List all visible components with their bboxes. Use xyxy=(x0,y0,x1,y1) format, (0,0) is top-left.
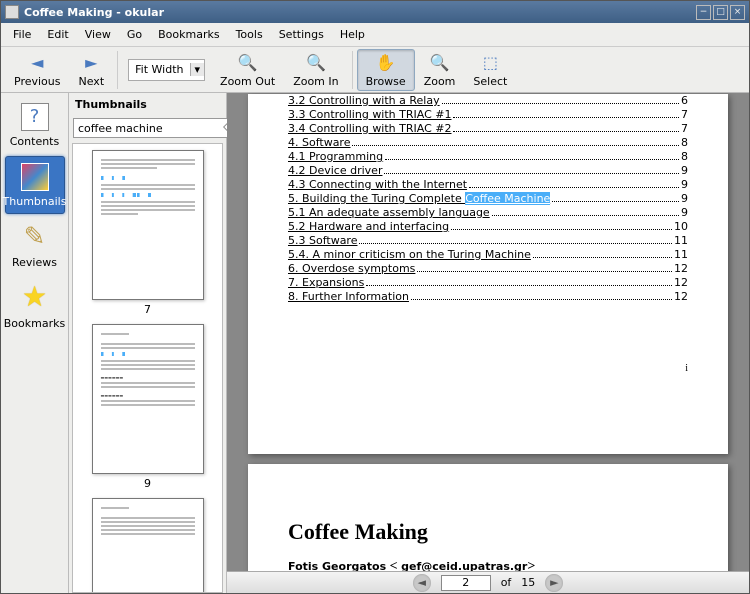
toc-entry[interactable]: 5. Building the Turing Complete Coffee M… xyxy=(288,192,688,205)
thumbnail-page-number: 9 xyxy=(144,477,151,490)
thumbnails-list[interactable]: ▬▬ ▬▬▬ ▬ 7 ▬▬ ▬▬▬▬▬▬ ▬▬▬▬▬▬ xyxy=(72,143,223,593)
page-prev-button[interactable]: ◄ xyxy=(413,574,431,592)
thumbnails-panel: Thumbnails ⌫ ⚙ ▬▬ ▬▬▬ ▬ 7 xyxy=(69,93,227,593)
menu-tools[interactable]: Tools xyxy=(228,25,271,44)
author-email-link[interactable]: gef@ceid.upatras.gr xyxy=(401,560,527,571)
toc-entry[interactable]: 8. Further Information12 xyxy=(288,290,688,303)
doc-title: Coffee Making xyxy=(288,519,688,545)
arrow-left-icon: ◄ xyxy=(26,52,48,74)
arrow-right-icon: ► xyxy=(80,52,102,74)
sidebar-tab-bookmarks[interactable]: ★ Bookmarks xyxy=(5,276,65,334)
thumbnail-preview: ▬▬ ▬▬▬▬▬▬ ▬▬▬▬▬▬ xyxy=(92,324,204,474)
app-icon xyxy=(5,5,19,19)
zoom-tool-button[interactable]: 🔍 Zoom xyxy=(415,49,465,91)
page-navigator: ◄ of 15 ► xyxy=(227,571,749,593)
table-of-contents: 3.2 Controlling with a Relay63.3 Control… xyxy=(288,94,688,303)
thumbnails-search[interactable]: ⌫ xyxy=(73,118,246,138)
thumbnail-icon xyxy=(21,163,49,191)
toc-entry[interactable]: 5.4. A minor criticism on the Turing Mac… xyxy=(288,248,688,261)
menubar: File Edit View Go Bookmarks Tools Settin… xyxy=(1,23,749,47)
toc-entry[interactable]: 5.1 An adequate assembly language9 xyxy=(288,206,688,219)
window-title: Coffee Making - okular xyxy=(24,6,694,19)
toc-entry[interactable]: 5.3 Software11 xyxy=(288,234,688,247)
thumbnail-preview xyxy=(92,498,204,593)
sidebar-tab-contents[interactable]: ? Contents xyxy=(5,96,65,154)
minimize-button[interactable]: − xyxy=(696,5,711,20)
select-icon: ⬚ xyxy=(479,52,501,74)
zoom-out-button[interactable]: 🔍 Zoom Out xyxy=(211,49,284,91)
doc-author: Fotis Georgatos < gef@ceid.upatras.gr> xyxy=(288,559,688,571)
chevron-down-icon: ▾ xyxy=(190,63,205,76)
menu-settings[interactable]: Settings xyxy=(271,25,332,44)
document-page: Coffee Making Fotis Georgatos < gef@ceid… xyxy=(248,464,728,571)
sidebar-tabs: ? Contents Thumbnails ✎ Reviews ★ Bookma… xyxy=(1,93,69,593)
previous-button[interactable]: ◄ Previous xyxy=(5,49,70,91)
toc-entry[interactable]: 5.2 Hardware and interfacing10 xyxy=(288,220,688,233)
toc-entry[interactable]: 6. Overdose symptoms12 xyxy=(288,262,688,275)
toc-entry[interactable]: 3.4 Controlling with TRIAC #27 xyxy=(288,122,688,135)
toc-entry[interactable]: 4.3 Connecting with the Internet9 xyxy=(288,178,688,191)
toc-entry[interactable]: 3.3 Controlling with TRIAC #17 xyxy=(288,108,688,121)
maximize-button[interactable]: □ xyxy=(713,5,728,20)
hand-icon: ✋ xyxy=(375,52,397,74)
thumbnail-page-number: 7 xyxy=(144,303,151,316)
zoom-level-value: Fit Width xyxy=(129,63,189,76)
select-tool-button[interactable]: ⬚ Select xyxy=(464,49,516,91)
star-icon: ★ xyxy=(22,280,47,313)
document-scroll[interactable]: 3.2 Controlling with a Relay63.3 Control… xyxy=(227,93,749,571)
toc-entry[interactable]: 4.2 Device driver9 xyxy=(288,164,688,177)
zoom-in-button[interactable]: 🔍 Zoom In xyxy=(284,49,347,91)
menu-go[interactable]: Go xyxy=(119,25,150,44)
thumbnails-title: Thumbnails xyxy=(69,93,226,116)
page-next-button[interactable]: ► xyxy=(545,574,563,592)
thumbnail-item[interactable]: ▬▬ ▬▬▬ ▬ 7 xyxy=(73,150,222,316)
thumbnail-item[interactable]: ▬▬ ▬▬▬▬▬▬ ▬▬▬▬▬▬ 9 xyxy=(73,324,222,490)
menu-help[interactable]: Help xyxy=(332,25,373,44)
thumbnails-search-input[interactable] xyxy=(78,122,223,135)
toc-entry[interactable]: 7. Expansions12 xyxy=(288,276,688,289)
thumbnail-preview: ▬▬ ▬▬▬ ▬ xyxy=(92,150,204,300)
menu-bookmarks[interactable]: Bookmarks xyxy=(150,25,227,44)
zoom-out-icon: 🔍 xyxy=(237,52,259,74)
toolbar: ◄ Previous ► Next Fit Width ▾ 🔍 Zoom Out… xyxy=(1,47,749,93)
page-of-label: of xyxy=(501,576,512,589)
toc-entry[interactable]: 3.2 Controlling with a Relay6 xyxy=(288,94,688,107)
page-current-input[interactable] xyxy=(441,575,491,591)
pencil-icon: ✎ xyxy=(24,222,46,252)
zoom-level-dropdown[interactable]: Fit Width ▾ xyxy=(128,59,205,81)
page-total: 15 xyxy=(521,576,535,589)
next-button[interactable]: ► Next xyxy=(70,49,114,91)
menu-file[interactable]: File xyxy=(5,25,39,44)
toc-entry[interactable]: 4. Software8 xyxy=(288,136,688,149)
menu-view[interactable]: View xyxy=(77,25,119,44)
question-icon: ? xyxy=(21,103,49,131)
sidebar-tab-thumbnails[interactable]: Thumbnails xyxy=(5,156,65,214)
sidebar-tab-reviews[interactable]: ✎ Reviews xyxy=(5,216,65,274)
browse-tool-button[interactable]: ✋ Browse xyxy=(357,49,415,91)
toc-entry[interactable]: 4.1 Programming8 xyxy=(288,150,688,163)
document-page: 3.2 Controlling with a Relay63.3 Control… xyxy=(248,94,728,454)
close-button[interactable]: × xyxy=(730,5,745,20)
thumbnail-item[interactable] xyxy=(73,498,222,593)
menu-edit[interactable]: Edit xyxy=(39,25,76,44)
zoom-in-icon: 🔍 xyxy=(305,52,327,74)
magnifier-icon: 🔍 xyxy=(429,52,451,74)
titlebar: Coffee Making - okular − □ × xyxy=(1,1,749,23)
document-viewport: 3.2 Controlling with a Relay63.3 Control… xyxy=(227,93,749,593)
